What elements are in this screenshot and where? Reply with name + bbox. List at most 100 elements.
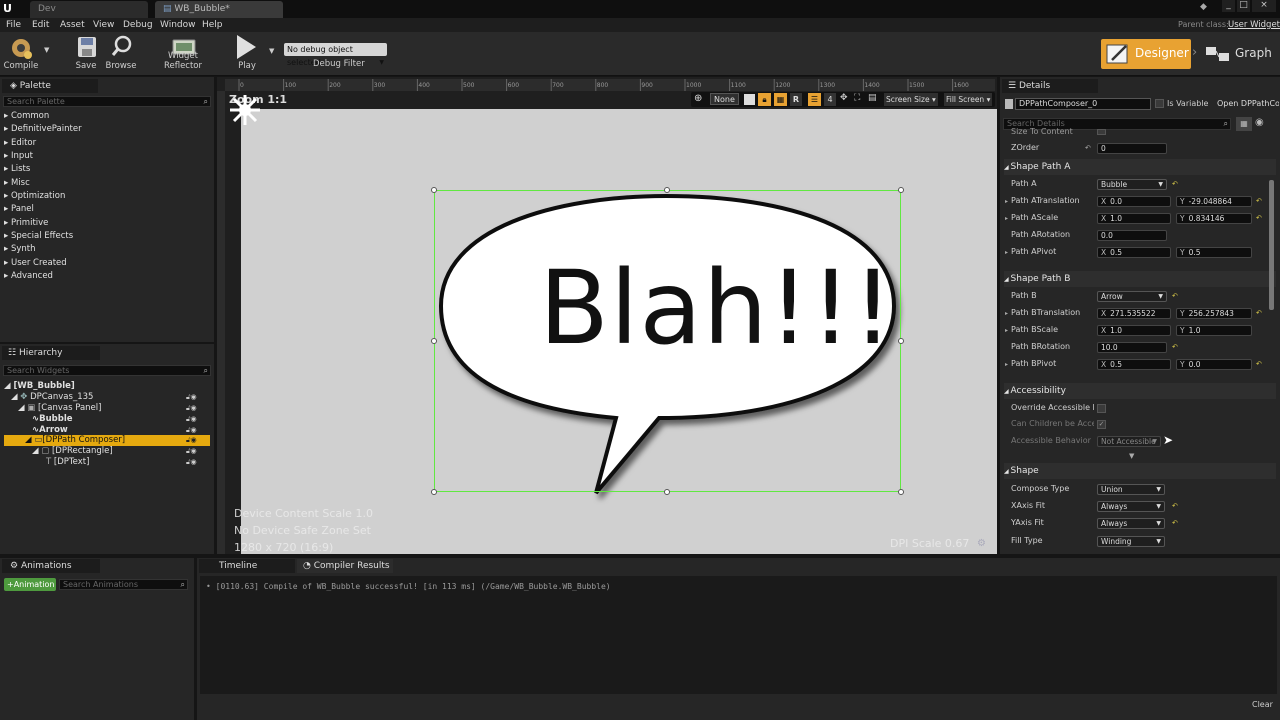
details-tab[interactable]: ☰ Details — [1002, 79, 1098, 93]
hierarchy-item-dppath-composer[interactable]: ◢ ▭[DPPath Composer] — [25, 435, 125, 446]
maximize-button[interactable]: □ — [1237, 0, 1250, 12]
resize-handle-bl[interactable] — [431, 489, 437, 495]
dpi-settings-gear-icon[interactable]: ⚙ — [977, 538, 986, 549]
reset-default-icon[interactable]: ↶ — [1172, 502, 1178, 510]
menu-edit[interactable]: Edit — [32, 18, 49, 32]
is-variable-checkbox[interactable] — [1155, 99, 1164, 108]
expand-icon[interactable]: ▸ — [1005, 198, 1008, 205]
palette-category-editor[interactable]: ▸ Editor — [4, 137, 36, 150]
visibility-lock-icons[interactable]: 🔓︎◉ — [186, 426, 208, 435]
browse-button[interactable]: Browse — [104, 32, 138, 76]
widget-name-input[interactable]: DPPathComposer_0 — [1015, 98, 1151, 110]
lock-icon[interactable]: 🔒︎ — [758, 93, 771, 106]
reset-default-icon[interactable]: ↶ — [1256, 214, 1262, 222]
reset-default-icon[interactable]: ↶ — [1172, 343, 1178, 351]
close-button[interactable]: × — [1252, 0, 1276, 12]
expand-icon[interactable]: ▸ — [1005, 310, 1008, 317]
designer-mode-button[interactable]: Designer — [1101, 39, 1191, 69]
minimize-button[interactable]: _ — [1222, 0, 1235, 12]
transform-icon[interactable]: ✥ — [840, 93, 848, 103]
graph-mode-button[interactable]: Graph — [1204, 39, 1274, 69]
path-b-translation-x[interactable]: X 271.535522 — [1097, 308, 1171, 319]
play-button[interactable]: Play — [230, 32, 264, 76]
snap-toggle-icon[interactable]: ☰ — [808, 93, 821, 106]
visibility-lock-icons[interactable]: 🔓︎◉ — [186, 458, 208, 467]
menu-window[interactable]: Window — [160, 18, 196, 32]
path-b-pivot-x[interactable]: X 0.5 — [1097, 359, 1171, 370]
fill-screen-select[interactable]: Fill Screen ▾ — [944, 93, 993, 106]
palette-category-synth[interactable]: ▸ Synth — [4, 243, 36, 256]
palette-category-common[interactable]: ▸ Common — [4, 110, 49, 123]
zorder-input[interactable]: 0 — [1097, 143, 1167, 154]
hierarchy-item-root[interactable]: ◢ [WB_Bubble] — [4, 381, 75, 392]
globe-icon[interactable]: ⊕ — [694, 93, 702, 104]
path-a-pivot-x[interactable]: X 0.5 — [1097, 247, 1171, 258]
palette-category-user-created[interactable]: ▸ User Created — [4, 257, 67, 270]
clear-button[interactable]: Clear — [1252, 700, 1273, 709]
parent-class-link[interactable]: User Widget — [1228, 18, 1280, 32]
reset-default-icon[interactable]: ↶ — [1256, 309, 1262, 317]
menu-help[interactable]: Help — [202, 18, 223, 32]
path-b-scale-y[interactable]: Y 1.0 — [1176, 325, 1252, 336]
hierarchy-item-bubble[interactable]: ∿Bubble — [32, 414, 73, 425]
reset-arrow-icon[interactable]: ↶ — [1085, 144, 1091, 152]
reset-default-icon[interactable]: ↶ — [1172, 180, 1178, 188]
save-button[interactable]: Save — [70, 32, 102, 76]
path-a-scale-y[interactable]: Y 0.834146 — [1176, 213, 1252, 224]
path-b-translation-y[interactable]: Y 256.257843 — [1176, 308, 1252, 319]
resize-handle-r[interactable] — [898, 338, 904, 344]
compiler-results-tab[interactable]: ◔ Compiler Results — [297, 559, 393, 573]
override-accessible-checkbox[interactable] — [1097, 404, 1106, 413]
path-b-rotation-input[interactable]: 10.0 — [1097, 342, 1167, 353]
hierarchy-tab[interactable]: ☷ Hierarchy — [2, 346, 100, 360]
reset-default-icon[interactable]: ↶ — [1172, 292, 1178, 300]
localization-select[interactable]: None — [710, 93, 739, 105]
compose-type-select[interactable]: Union ▼ — [1097, 484, 1165, 495]
reset-default-icon[interactable]: ↶ — [1172, 519, 1178, 527]
animations-tab[interactable]: ⚙ Animations — [2, 559, 100, 573]
preview-icon[interactable]: ▤ — [868, 93, 877, 103]
advanced-expand-icon[interactable]: ▼ — [1129, 452, 1134, 460]
path-a-translation-y[interactable]: Y -29.048864 — [1176, 196, 1252, 207]
section-shape-path-b[interactable]: ◢ Shape Path B — [1004, 271, 1276, 287]
path-a-scale-x[interactable]: X 1.0 — [1097, 213, 1171, 224]
tab-wb-bubble[interactable]: ▤ WB_Bubble* — [155, 1, 283, 18]
resize-handle-t[interactable] — [664, 187, 670, 193]
source-control-icon[interactable]: ◆ — [1200, 2, 1212, 14]
outline-toggle-icon[interactable] — [744, 94, 755, 105]
palette-search-input[interactable]: Search Palette ⌕ — [3, 96, 211, 107]
timeline-tab[interactable]: Timeline — [199, 559, 295, 573]
section-accessibility[interactable]: ◢ Accessibility — [1004, 383, 1276, 399]
view-options-eye-icon[interactable]: ◉ — [1255, 117, 1264, 128]
resize-handle-br[interactable] — [898, 489, 904, 495]
selection-box[interactable] — [434, 190, 901, 492]
hierarchy-item-canvas-panel[interactable]: ◢ ▣ [Canvas Panel] — [18, 403, 101, 414]
palette-category-panel[interactable]: ▸ Panel — [4, 203, 34, 216]
path-b-scale-x[interactable]: X 1.0 — [1097, 325, 1171, 336]
path-a-translation-x[interactable]: X 0.0 — [1097, 196, 1171, 207]
menu-view[interactable]: View — [93, 18, 114, 32]
palette-tab[interactable]: ◈ Palette — [2, 79, 98, 93]
debug-object-select[interactable]: No debug object selected ▼ — [284, 43, 387, 67]
reset-default-icon[interactable]: ↶ — [1256, 360, 1262, 368]
animations-search-input[interactable]: Search Animations ⌕ — [59, 579, 188, 590]
xaxis-fit-select[interactable]: Always ▼ — [1097, 501, 1165, 512]
menu-debug[interactable]: Debug — [123, 18, 153, 32]
designer-viewport[interactable]: 0 100 200 300 400 500 600 700 800 900 1000 1100 1200… — [217, 77, 997, 554]
path-a-pivot-y[interactable]: Y 0.5 — [1176, 247, 1252, 258]
grid-size-value[interactable]: 4 — [824, 93, 836, 106]
add-animation-button[interactable]: +Animation — [4, 578, 56, 591]
path-b-select[interactable]: Arrow ▼ — [1097, 291, 1167, 302]
expand-icon[interactable]: ▸ — [1005, 361, 1008, 368]
palette-category-advanced[interactable]: ▸ Advanced — [4, 270, 53, 283]
fill-type-select[interactable]: Winding ▼ — [1097, 536, 1165, 547]
hierarchy-item-dptext[interactable]: T [DPText] — [46, 457, 89, 468]
menu-file[interactable]: File — [6, 18, 21, 32]
hierarchy-search-input[interactable]: Search Widgets ⌕ — [3, 365, 211, 376]
palette-category-optimization[interactable]: ▸ Optimization — [4, 190, 65, 203]
visibility-lock-icons[interactable]: 🔓︎◉ — [186, 436, 208, 445]
palette-category-special-effects[interactable]: ▸ Special Effects — [4, 230, 73, 243]
open-class-link[interactable]: Open DPPathComposer — [1217, 99, 1279, 108]
expand-icon[interactable]: ▸ — [1005, 215, 1008, 222]
menu-asset[interactable]: Asset — [60, 18, 85, 32]
